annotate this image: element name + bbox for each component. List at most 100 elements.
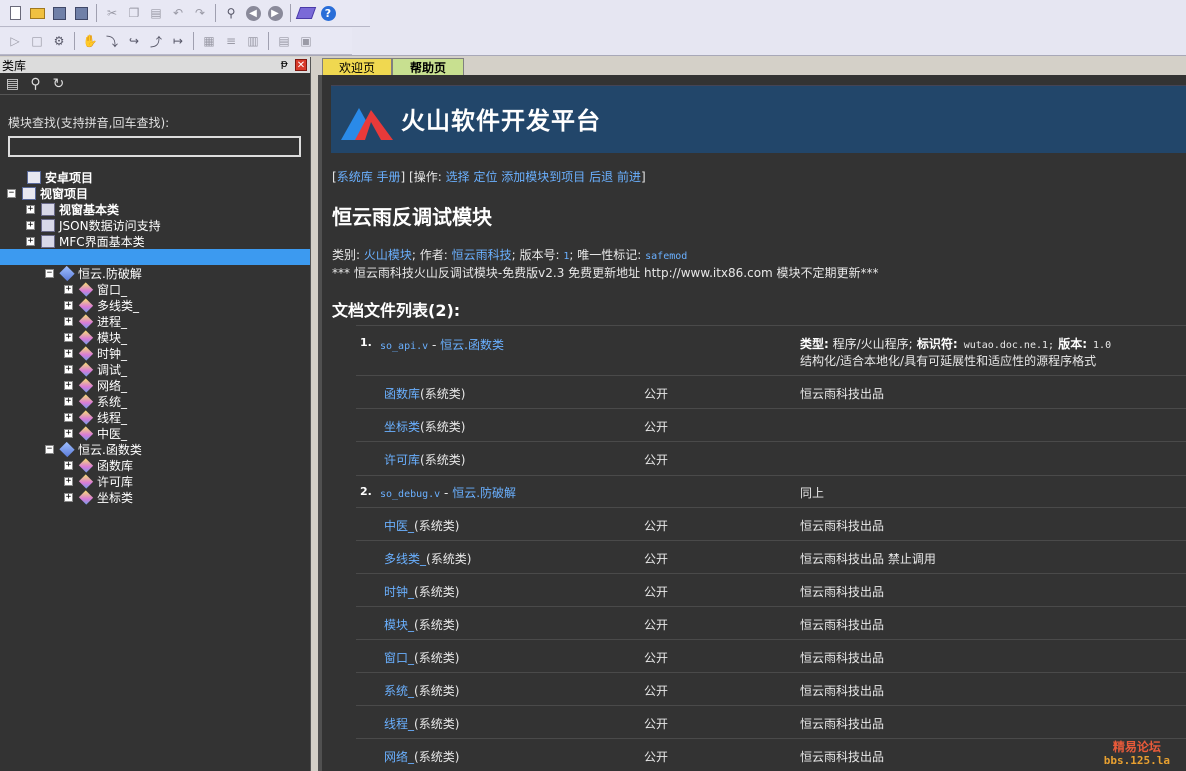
file-class-link[interactable]: 恒云.防破解 bbox=[452, 486, 516, 500]
expand-icon[interactable]: + bbox=[64, 492, 73, 502]
magnifier-icon[interactable]: ⚲ bbox=[27, 75, 44, 92]
access-cell: 公开 bbox=[644, 717, 669, 731]
class-link[interactable]: 坐标类 bbox=[384, 420, 420, 434]
category-link[interactable]: 火山模块 bbox=[364, 248, 412, 262]
nav-back-button[interactable]: ◀ bbox=[243, 3, 263, 23]
tree-node-mfc[interactable]: + MFC界面基本类 bbox=[26, 233, 145, 249]
undo-button[interactable]: ↶ bbox=[168, 3, 188, 23]
step-into-button[interactable]: ⤵ bbox=[102, 31, 122, 51]
tree-node-func-class[interactable]: − 恒云.函数类 bbox=[45, 441, 142, 457]
add-to-project-link[interactable]: 添加模块到项目 bbox=[501, 170, 585, 184]
class-link[interactable]: 函数库 bbox=[384, 387, 420, 401]
search-input[interactable] bbox=[8, 136, 301, 157]
tree-node-android[interactable]: 安卓项目 bbox=[12, 169, 93, 185]
forward-link[interactable]: 前进 bbox=[617, 170, 641, 184]
help-button[interactable]: ? bbox=[318, 3, 338, 23]
tree-node-item[interactable]: + 多线类_ bbox=[64, 297, 139, 313]
expand-icon[interactable]: + bbox=[64, 284, 73, 294]
class-link[interactable]: 模块_ bbox=[384, 618, 414, 632]
expand-icon[interactable]: + bbox=[64, 300, 73, 310]
refresh-icon[interactable]: ↻ bbox=[50, 75, 67, 92]
tree-node-windows[interactable]: − 视窗项目 bbox=[7, 185, 88, 201]
class-link[interactable]: 窗口_ bbox=[384, 651, 414, 665]
expand-icon[interactable]: + bbox=[26, 236, 35, 246]
window-button[interactable]: ▣ bbox=[296, 31, 316, 51]
new-file-button[interactable] bbox=[5, 3, 25, 23]
copy-button[interactable]: ❐ bbox=[124, 3, 144, 23]
syslib-link[interactable]: 系统库 bbox=[337, 170, 373, 184]
file-link[interactable]: so_api.v bbox=[380, 341, 428, 352]
memory-button[interactable]: ▥ bbox=[243, 31, 263, 51]
expand-icon[interactable]: + bbox=[64, 396, 73, 406]
paste-button[interactable]: ▤ bbox=[146, 3, 166, 23]
breakpoint-button[interactable]: ▦ bbox=[199, 31, 219, 51]
expand-icon[interactable]: + bbox=[26, 204, 35, 214]
class-link[interactable]: 线程_ bbox=[384, 717, 414, 731]
tree-node-item[interactable]: + 调试_ bbox=[64, 361, 127, 377]
nav-forward-button[interactable]: ▶ bbox=[265, 3, 285, 23]
library-button[interactable] bbox=[295, 3, 317, 23]
expand-icon[interactable]: + bbox=[64, 460, 73, 470]
tree-node-item[interactable]: + 函数库 bbox=[64, 457, 133, 473]
expand-icon[interactable]: + bbox=[64, 316, 73, 326]
step-over-button[interactable]: ↪ bbox=[124, 31, 144, 51]
tree-node-item[interactable]: + 中医_ bbox=[64, 425, 127, 441]
class-link[interactable]: 时钟_ bbox=[384, 585, 414, 599]
expand-icon[interactable]: + bbox=[64, 380, 73, 390]
file-link[interactable]: so_debug.v bbox=[380, 489, 440, 500]
tab-welcome[interactable]: 欢迎页 bbox=[322, 58, 392, 75]
library-list-icon[interactable]: ▤ bbox=[4, 75, 21, 92]
class-link[interactable]: 网络_ bbox=[384, 750, 414, 764]
class-link[interactable]: 中医_ bbox=[384, 519, 414, 533]
file-class-link[interactable]: 恒云.函数类 bbox=[440, 338, 504, 352]
expand-icon[interactable]: + bbox=[64, 412, 73, 422]
class-link[interactable]: 多线类_ bbox=[384, 552, 426, 566]
tree-node-item[interactable]: + 时钟_ bbox=[64, 345, 127, 361]
tree-node-item[interactable]: + 模块_ bbox=[64, 329, 127, 345]
tree-node-item[interactable]: + 坐标类 bbox=[64, 489, 133, 505]
locate-link[interactable]: 定位 bbox=[473, 170, 497, 184]
back-link[interactable]: 后退 bbox=[589, 170, 613, 184]
expand-icon[interactable]: + bbox=[64, 332, 73, 342]
expand-icon[interactable]: + bbox=[64, 476, 73, 486]
stop-button[interactable]: □ bbox=[27, 31, 47, 51]
collapse-icon[interactable]: − bbox=[45, 444, 54, 454]
expand-icon[interactable]: + bbox=[64, 364, 73, 374]
tree-node-item[interactable]: + 窗口_ bbox=[64, 281, 127, 297]
collapse-icon[interactable]: − bbox=[45, 268, 54, 278]
list-button[interactable]: ▤ bbox=[274, 31, 294, 51]
select-link[interactable]: 选择 bbox=[446, 170, 470, 184]
watch-button[interactable]: ≡ bbox=[221, 31, 241, 51]
tree-node-item[interactable]: + 许可库 bbox=[64, 473, 133, 489]
save-all-button[interactable] bbox=[71, 3, 91, 23]
cut-button[interactable]: ✂ bbox=[102, 3, 122, 23]
class-link[interactable]: 系统_ bbox=[384, 684, 414, 698]
tree-node-item[interactable]: + 网络_ bbox=[64, 377, 127, 393]
tree-node-win-basic[interactable]: + 视窗基本类 bbox=[26, 201, 119, 217]
selected-row-highlight[interactable] bbox=[0, 249, 310, 265]
manual-link[interactable]: 手册 bbox=[377, 170, 401, 184]
tree-node-item[interactable]: + 进程_ bbox=[64, 313, 127, 329]
pin-icon[interactable]: ᵽ bbox=[281, 57, 288, 70]
hand-button[interactable]: ✋ bbox=[80, 31, 100, 51]
redo-button[interactable]: ↷ bbox=[190, 3, 210, 23]
build-button[interactable]: ⚙ bbox=[49, 31, 69, 51]
tree-node-json[interactable]: + JSON数据访问支持 bbox=[26, 217, 161, 233]
close-panel-button[interactable]: ✕ bbox=[295, 59, 307, 71]
expand-icon[interactable]: + bbox=[64, 428, 73, 438]
tree-node-item[interactable]: + 线程_ bbox=[64, 409, 127, 425]
tree-node-anti-crack[interactable]: − 恒云.防破解 bbox=[45, 265, 142, 281]
tree-node-item[interactable]: + 系统_ bbox=[64, 393, 127, 409]
run-button[interactable]: ▷ bbox=[5, 31, 25, 51]
class-link[interactable]: 许可库 bbox=[384, 453, 420, 467]
author-link[interactable]: 恒云雨科技 bbox=[452, 248, 512, 262]
find-button[interactable]: ⚲ bbox=[221, 3, 241, 23]
step-out-button[interactable]: ⤴ bbox=[146, 31, 166, 51]
run-to-cursor-button[interactable]: ↦ bbox=[168, 31, 188, 51]
tab-help[interactable]: 帮助页 bbox=[392, 58, 464, 75]
save-button[interactable] bbox=[49, 3, 69, 23]
expand-icon[interactable]: + bbox=[26, 220, 35, 230]
expand-icon[interactable]: + bbox=[64, 348, 73, 358]
open-folder-button[interactable] bbox=[27, 3, 47, 23]
collapse-icon[interactable]: − bbox=[7, 188, 16, 198]
